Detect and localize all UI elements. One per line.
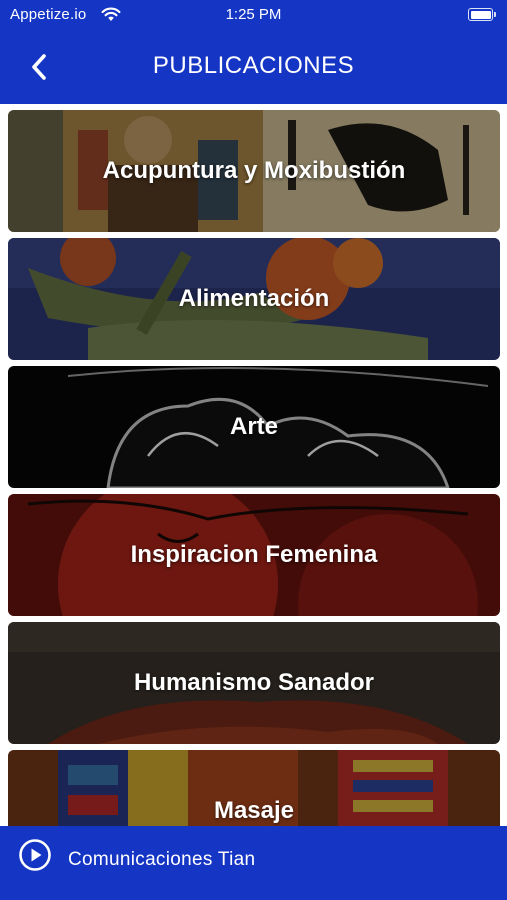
publication-title: Humanismo Sanador (133, 669, 375, 696)
now-playing-label: Comunicaciones Tian (68, 849, 256, 870)
publication-card-masaje[interactable]: Masaje (8, 750, 500, 826)
publication-title: Alimentación (178, 285, 330, 312)
publications-list[interactable]: Acupuntura y Moxibustión Alimentación Ar… (0, 104, 507, 826)
publication-title: Inspiracion Femenina (130, 541, 378, 568)
publication-title: Masaje (213, 797, 295, 824)
play-circle-icon[interactable] (18, 838, 52, 877)
publication-card-inspiracion[interactable]: Inspiracion Femenina (8, 494, 500, 616)
nav-bar: PUBLICACIONES (0, 30, 507, 104)
publication-card-alimentacion[interactable]: Alimentación (8, 238, 500, 360)
battery-icon (468, 8, 496, 21)
publication-card-arte[interactable]: Arte (8, 366, 500, 488)
publication-title: Arte (229, 413, 278, 440)
status-bar: Appetize.io 1:25 PM (0, 0, 507, 30)
publication-title: Acupuntura y Moxibustión (102, 157, 406, 184)
header: Appetize.io 1:25 PM PUBLICACIONES (0, 0, 507, 104)
publication-card-humanismo[interactable]: Humanismo Sanador (8, 622, 500, 744)
page-title: PUBLICACIONES (152, 52, 355, 79)
now-playing-bar[interactable]: Comunicaciones Tian (0, 826, 507, 900)
clock: 1:25 PM (225, 6, 282, 23)
publication-card-acupuntura[interactable]: Acupuntura y Moxibustión (8, 110, 500, 232)
